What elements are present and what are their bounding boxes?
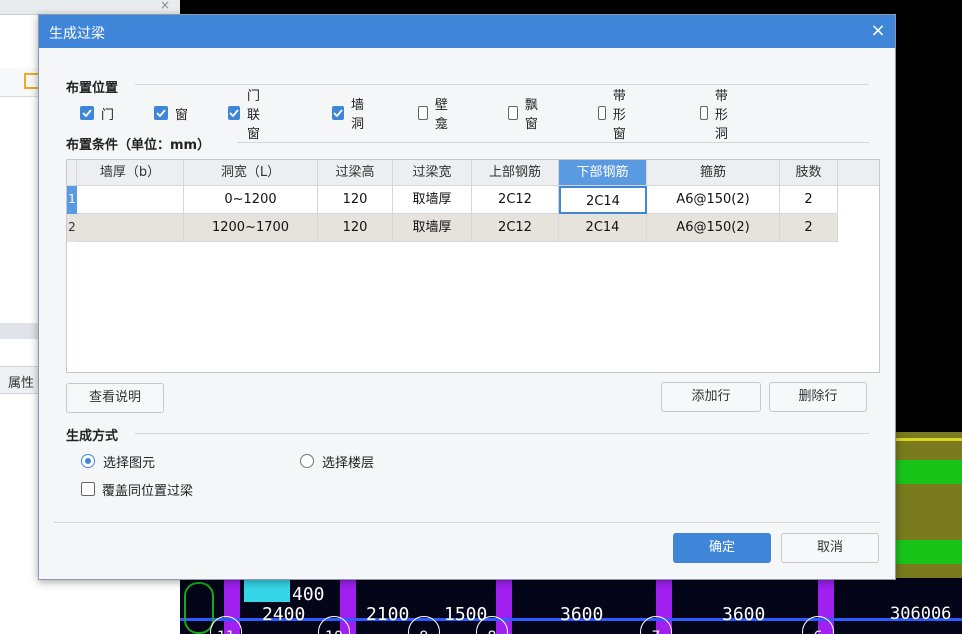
header-filler bbox=[838, 160, 879, 186]
row-header-corner bbox=[67, 160, 77, 186]
generate-lintel-dialog: 生成过梁 × 布置位置 门 窗 门联窗 墙洞 壁龛 飘窗 带形窗 带形洞 布置条件（单位：mm… bbox=[38, 14, 896, 580]
checkbox-box[interactable] bbox=[700, 106, 708, 120]
view-help-button[interactable]: 查看说明 bbox=[66, 383, 164, 413]
close-icon[interactable]: × bbox=[867, 20, 889, 42]
column-header[interactable]: 墙厚（b） bbox=[77, 160, 184, 186]
checkbox-label: 飘窗 bbox=[524, 98, 538, 132]
table-cell[interactable]: A6@150(2) bbox=[647, 214, 780, 242]
dialog-title: 生成过梁 bbox=[49, 26, 105, 42]
table-cell[interactable]: 2 bbox=[780, 214, 838, 242]
column-header[interactable]: 上部钢筋 bbox=[472, 160, 559, 186]
cad-yellow-line bbox=[892, 438, 962, 441]
table-cell[interactable]: 1200~1700 bbox=[184, 214, 318, 242]
radio-label: 选择图元 bbox=[103, 455, 156, 471]
checkbox-opening-type[interactable]: 壁龛 bbox=[418, 98, 452, 132]
radio-indicator[interactable] bbox=[300, 454, 314, 468]
table-cell[interactable]: 2C12 bbox=[472, 214, 559, 242]
add-row-button[interactable]: 添加行 bbox=[661, 382, 761, 412]
column-header[interactable]: 洞宽（L） bbox=[184, 160, 318, 186]
table-cell[interactable]: 取墙厚 bbox=[393, 214, 472, 242]
cad-dimension: 400 bbox=[292, 584, 325, 605]
table-cell[interactable]: 120 bbox=[318, 186, 393, 214]
checkbox-checked-icon[interactable] bbox=[332, 106, 344, 120]
checkbox-box[interactable] bbox=[598, 106, 606, 120]
generate-section-title: 生成方式 bbox=[66, 429, 119, 444]
checkbox-box[interactable] bbox=[418, 106, 428, 120]
row-number[interactable]: 2 bbox=[67, 214, 77, 242]
checkbox-box[interactable] bbox=[81, 482, 95, 496]
radio-select-floors[interactable]: 选择楼层 bbox=[300, 451, 374, 471]
column-header[interactable]: 过梁高 bbox=[318, 160, 393, 186]
table-cell[interactable]: 2 bbox=[780, 186, 838, 214]
conditions-section-title: 布置条件（单位：mm） bbox=[66, 138, 211, 153]
left-panel-titlebar: × bbox=[0, 0, 180, 15]
cad-dimension: 3600 bbox=[560, 604, 604, 625]
row-number[interactable]: 1 bbox=[67, 186, 77, 214]
placement-section-title: 布置位置 bbox=[66, 81, 119, 96]
column-header[interactable]: 肢数 bbox=[780, 160, 838, 186]
column-header[interactable]: 下部钢筋 bbox=[559, 160, 647, 186]
cad-dimension: 2100 bbox=[366, 604, 410, 625]
checkbox-checked-icon[interactable] bbox=[228, 106, 240, 120]
checkbox-opening-type[interactable]: 带形洞 bbox=[700, 89, 734, 142]
cad-green-band bbox=[892, 540, 962, 564]
checkbox-opening-type[interactable]: 飘窗 bbox=[508, 98, 542, 132]
overwrite-checkbox[interactable]: 覆盖同位置过梁 bbox=[81, 479, 193, 499]
checkbox-label: 带形窗 bbox=[612, 88, 626, 142]
section-divider bbox=[135, 84, 869, 85]
cad-cyan-block bbox=[244, 580, 290, 602]
conditions-table[interactable]: 墙厚（b） 洞宽（L） 过梁高 过梁宽 上部钢筋 下部钢筋 箍筋 肢数 1 0~1200 120 取墙… bbox=[66, 159, 880, 373]
radio-indicator[interactable] bbox=[81, 454, 95, 468]
checkbox-opening-type[interactable]: 窗 bbox=[154, 103, 188, 123]
left-panel-close-icon[interactable]: × bbox=[160, 0, 170, 12]
checkbox-label: 覆盖同位置过梁 bbox=[102, 483, 194, 499]
table-cell[interactable]: 2C14 bbox=[559, 186, 647, 214]
column-header[interactable]: 箍筋 bbox=[647, 160, 780, 186]
checkbox-opening-type[interactable]: 带形窗 bbox=[598, 89, 632, 142]
checkbox-label: 带形洞 bbox=[714, 88, 728, 142]
checkbox-opening-type[interactable]: 门 bbox=[80, 103, 114, 123]
checkbox-label: 墙洞 bbox=[351, 98, 365, 132]
column-header[interactable]: 过梁宽 bbox=[393, 160, 472, 186]
table-cell[interactable]: 0~1200 bbox=[184, 186, 318, 214]
cad-dimension: 2400 bbox=[262, 604, 306, 625]
table-cell[interactable]: 取墙厚 bbox=[393, 186, 472, 214]
checkbox-box[interactable] bbox=[508, 106, 518, 120]
checkbox-opening-type[interactable]: 墙洞 bbox=[332, 98, 366, 132]
checkbox-label: 门 bbox=[101, 107, 115, 123]
cad-dimension: 3600 bbox=[722, 604, 766, 625]
delete-row-button[interactable]: 删除行 bbox=[769, 382, 867, 412]
dialog-title-bar[interactable]: 生成过梁 × bbox=[39, 15, 895, 48]
cancel-button[interactable]: 取消 bbox=[781, 533, 879, 563]
table-cell[interactable]: 2C12 bbox=[472, 186, 559, 214]
property-tab-label: 属性 bbox=[8, 376, 35, 391]
section-divider bbox=[237, 142, 869, 143]
table-cell[interactable]: 2C14 bbox=[559, 214, 647, 242]
cad-green-marker bbox=[184, 582, 214, 634]
checkbox-label: 门联窗 bbox=[247, 88, 261, 142]
checkbox-checked-icon[interactable] bbox=[80, 106, 94, 120]
footer-divider bbox=[54, 522, 880, 523]
table-cell[interactable] bbox=[77, 186, 184, 214]
cad-green-band bbox=[892, 460, 962, 484]
checkbox-label: 壁龛 bbox=[434, 98, 448, 132]
table-cell[interactable]: 120 bbox=[318, 214, 393, 242]
radio-select-elements[interactable]: 选择图元 bbox=[81, 451, 155, 471]
checkbox-opening-type[interactable]: 门联窗 bbox=[228, 89, 262, 142]
cad-dimension: 306006 bbox=[890, 604, 952, 624]
radio-label: 选择楼层 bbox=[322, 455, 375, 471]
section-divider bbox=[135, 433, 869, 434]
ok-button[interactable]: 确定 bbox=[673, 533, 771, 563]
checkbox-checked-icon[interactable] bbox=[154, 106, 168, 120]
table-cell[interactable]: A6@150(2) bbox=[647, 186, 780, 214]
table-cell[interactable] bbox=[77, 214, 184, 242]
checkbox-label: 窗 bbox=[175, 107, 189, 123]
